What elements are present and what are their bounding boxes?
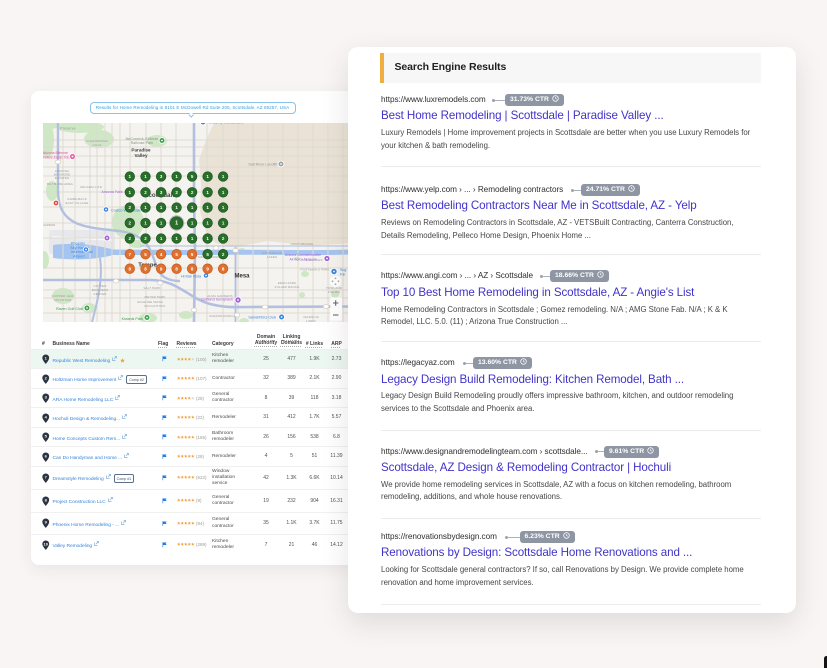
svg-text:Paradise: Paradise (131, 148, 151, 153)
svg-text:Far: Far (340, 273, 346, 277)
svg-text:Railroad Park: Railroad Park (131, 141, 154, 145)
svg-text:Mesa: Mesa (234, 274, 250, 280)
svg-text:EAST VILLAGE: EAST VILLAGE (66, 201, 89, 205)
svg-text:MEYER PARK: MEYER PARK (145, 295, 166, 299)
svg-text:ESTATES: ESTATES (55, 176, 69, 180)
svg-text:FIGURE: FIGURE (328, 290, 340, 294)
svg-text:Raven Golf Club: Raven Golf Club (56, 307, 83, 311)
svg-text:Valley: Valley (134, 153, 147, 158)
svg-text:Preserve: Preserve (60, 127, 76, 131)
svg-text:1: 1 (175, 221, 178, 227)
svg-text:HILLS: HILLS (92, 143, 101, 147)
svg-text:AIR HARBOR: AIR HARBOR (43, 223, 55, 227)
svg-text:Airport: Airport (73, 254, 85, 258)
svg-text:FULLER RANCH: FULLER RANCH (275, 285, 300, 289)
svg-text:Arizona Commemorative: Arizona Commemorative (285, 253, 321, 257)
svg-text:Air Force Museum: Air Force Museum (290, 258, 317, 262)
svg-text:Salt River Landfill: Salt River Landfill (248, 163, 277, 167)
svg-text:Hi Mar Vista: Hi Mar Vista (181, 275, 202, 279)
svg-text:Arizona Falls: Arizona Falls (101, 190, 122, 194)
svg-text:CENTER: CENTER (93, 292, 107, 296)
svg-text:MCCLINTOCK: MCCLINTOCK (144, 304, 165, 308)
svg-text:Arizona Biltmore: Arizona Biltmore (43, 151, 68, 155)
svg-text:LAKES: LAKES (267, 255, 277, 259)
svg-text:BILTMORE AREA: BILTMORE AREA (47, 182, 73, 186)
svg-text:ARCADIA LITE: ARCADIA LITE (80, 185, 102, 189)
svg-text:NORTHBORNE: NORTHBORNE (291, 242, 314, 246)
svg-text:POST&#39;S PARK: POST&#39;S PARK (300, 268, 329, 272)
svg-text:Sam&#39;s Club: Sam&#39;s Club (248, 316, 276, 320)
svg-text:Butterfly Wonderland: Butterfly Wonderland (209, 123, 243, 125)
svg-text:Kiwanis Park: Kiwanis Park (122, 317, 143, 321)
svg-text:Golfland Sunsplash: Golfland Sunsplash (201, 298, 233, 302)
svg-text:MOUNTAIN: MOUNTAIN (55, 298, 72, 302)
svg-text:SALT PARK: SALT PARK (143, 286, 160, 290)
svg-text:OLESON RANCH: OLESON RANCH (209, 314, 235, 318)
svg-text:10: 10 (44, 541, 49, 546)
svg-text:Sug: Sug (340, 268, 346, 272)
svg-text:LINDO: LINDO (306, 319, 316, 322)
